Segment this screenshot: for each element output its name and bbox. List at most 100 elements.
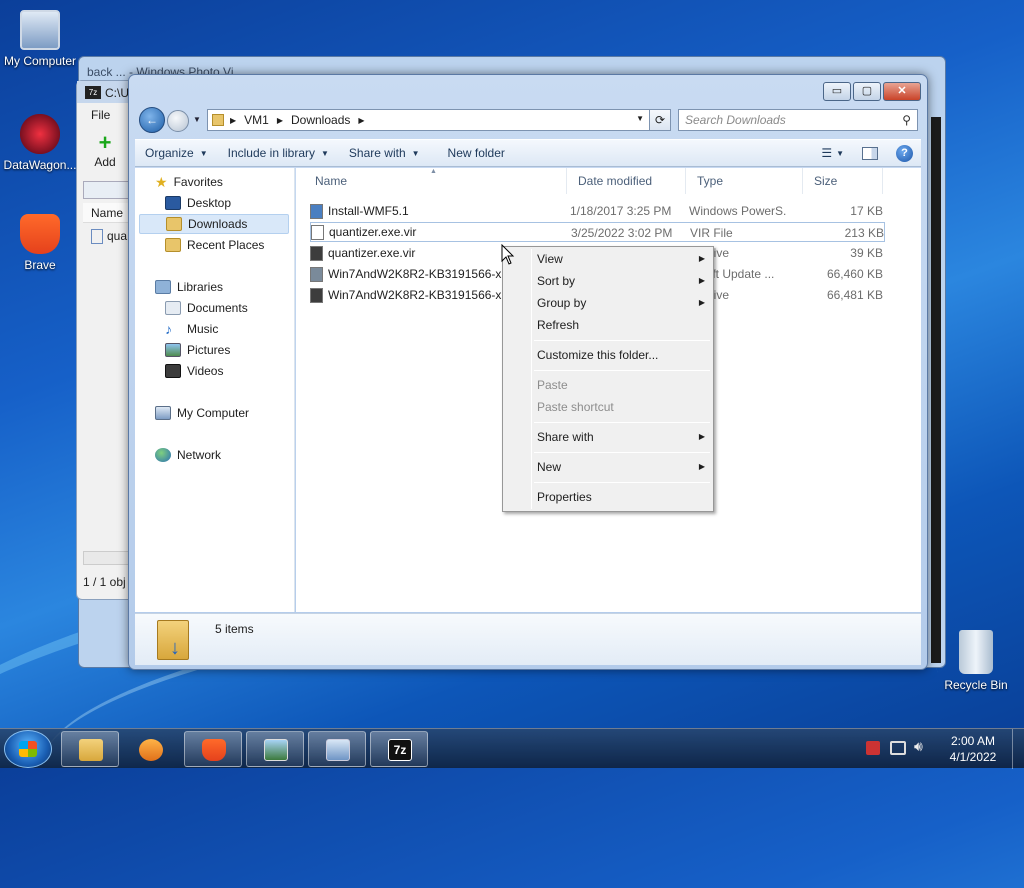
search-input[interactable]: Search Downloads ⚲ xyxy=(678,109,918,131)
menu-item-view[interactable]: View ▶ xyxy=(537,249,705,269)
nav-network[interactable]: Network xyxy=(155,445,221,465)
taskbar: 7z 🔊︎ 2:00 AM 4/1/2022 xyxy=(0,728,1024,769)
nav-music[interactable]: ♪ Music xyxy=(165,319,218,339)
taskbar-photo-viewer[interactable] xyxy=(246,731,304,767)
address-bar[interactable]: ▶ VM1 ▶ Downloads ▶ ▼ xyxy=(207,109,651,131)
music-note-icon: ♪ xyxy=(165,321,172,337)
maximize-button[interactable]: ▢ xyxy=(853,82,881,101)
menu-item-share-with[interactable]: Share with ▶ xyxy=(537,427,705,447)
documents-icon xyxy=(165,301,181,315)
help-button[interactable]: ? xyxy=(888,140,921,166)
column-header-type[interactable]: Type xyxy=(686,168,803,194)
file-size: 213 KB xyxy=(844,226,884,240)
taskbar-explorer[interactable] xyxy=(61,731,119,767)
file-date: 1/18/2017 3:25 PM xyxy=(570,204,672,218)
menu-separator xyxy=(534,452,710,453)
desktop-icon-my-computer[interactable]: My Computer xyxy=(0,10,80,68)
menu-item-sort-by[interactable]: Sort by ▶ xyxy=(537,271,705,291)
file-row[interactable]: quantizer.exe.vir 3/25/2022 3:02 PM VIR Fi… xyxy=(310,222,885,242)
brave-lion-icon xyxy=(202,739,226,761)
taskbar-control-panel[interactable] xyxy=(308,731,366,767)
breadcrumb-separator-icon: ▶ xyxy=(358,115,365,125)
menu-item-group-by[interactable]: Group by ▶ xyxy=(537,293,705,313)
file-row[interactable]: Install-WMF5.1 1/18/2017 3:25 PM Windows P… xyxy=(310,201,885,221)
nav-favorites[interactable]: ★ Favorites xyxy=(155,172,223,192)
recent-pages-dropdown[interactable]: ▼ xyxy=(193,115,201,124)
view-options-dropdown[interactable]: ▼ xyxy=(836,140,852,166)
menu-item-refresh[interactable]: Refresh xyxy=(537,315,705,335)
close-button[interactable]: ✕ xyxy=(883,82,921,101)
file-name-cell: quantizer.exe.vir xyxy=(311,223,569,241)
computer-icon xyxy=(155,406,171,420)
column-header-name[interactable]: Name xyxy=(304,168,567,194)
nav-label: My Computer xyxy=(177,406,250,420)
file-icon xyxy=(310,266,323,282)
nav-documents[interactable]: Documents xyxy=(165,298,248,318)
sevenzip-add-button[interactable]: + Add xyxy=(85,131,125,170)
action-center-flag-icon[interactable] xyxy=(866,741,880,755)
network-status-icon[interactable] xyxy=(890,741,906,755)
desktop-icon-recycle-bin[interactable]: Recycle Bin xyxy=(936,630,1016,692)
breadcrumb-downloads[interactable]: Downloads xyxy=(291,113,350,127)
back-button[interactable]: ← xyxy=(139,107,165,133)
organize-button[interactable]: Organize ▼ xyxy=(135,140,218,166)
photo-viewer-dark-edge xyxy=(931,117,941,663)
down-arrow-icon: ↓ xyxy=(170,637,180,659)
nav-videos[interactable]: Videos xyxy=(165,361,223,381)
desktop-icon-label: Recycle Bin xyxy=(944,678,1008,692)
nav-desktop[interactable]: Desktop xyxy=(165,193,231,213)
breadcrumb-vm1[interactable]: VM1 xyxy=(244,113,269,127)
desktop-icon xyxy=(165,196,181,210)
menu-item-paste: Paste xyxy=(537,375,705,395)
desktop-icon-brave[interactable]: Brave xyxy=(0,214,80,272)
nav-libraries[interactable]: Libraries xyxy=(155,277,223,297)
organize-label: Organize xyxy=(145,146,194,160)
change-view-button[interactable]: ☰ xyxy=(817,140,836,166)
column-header-size[interactable]: Size xyxy=(803,168,883,194)
nav-downloads[interactable]: Downloads xyxy=(139,214,289,234)
details-pane: ↓ 5 items xyxy=(135,613,921,665)
menu-item-properties[interactable]: Properties xyxy=(537,487,705,507)
menu-item-new[interactable]: New ▶ xyxy=(537,457,705,477)
sevenzip-row[interactable]: qua xyxy=(91,229,127,244)
taskbar-brave[interactable] xyxy=(184,731,242,767)
menu-item-customize-folder[interactable]: Customize this folder... xyxy=(537,345,705,365)
network-globe-icon xyxy=(155,448,171,462)
taskbar-media-player[interactable] xyxy=(121,731,179,767)
share-with-button[interactable]: Share with ▼ xyxy=(339,140,430,166)
file-name: quantizer.exe.vir xyxy=(329,225,417,239)
menu-gutter xyxy=(531,249,532,509)
file-name: quantizer.exe.vir xyxy=(328,246,416,260)
menu-separator xyxy=(534,422,710,423)
refresh-button[interactable]: ⟳ xyxy=(649,109,671,131)
nav-pictures[interactable]: Pictures xyxy=(165,340,230,360)
media-player-icon xyxy=(139,739,163,761)
clock-time: 2:00 AM xyxy=(950,734,996,748)
nav-my-computer[interactable]: My Computer xyxy=(155,403,249,423)
nav-label: Documents xyxy=(187,301,248,315)
taskbar-7zip[interactable]: 7z xyxy=(370,731,428,767)
show-desktop-button[interactable] xyxy=(1012,729,1024,769)
preview-pane-button[interactable] xyxy=(852,140,888,166)
desktop-icon-datawagon[interactable]: DataWagon... xyxy=(0,114,80,172)
address-dropdown-icon[interactable]: ▼ xyxy=(636,114,644,123)
clock[interactable]: 2:00 AM 4/1/2022 xyxy=(940,733,1006,765)
start-button[interactable] xyxy=(4,730,52,768)
sevenzip-file-menu[interactable]: File xyxy=(91,108,110,122)
windows-logo-icon xyxy=(19,741,37,757)
column-header-date-modified[interactable]: Date modified xyxy=(567,168,686,194)
menu-item-label: New xyxy=(537,460,562,474)
item-count: 5 items xyxy=(215,622,254,636)
volume-icon[interactable]: 🔊︎ xyxy=(914,738,923,755)
sevenzip-icon: 7z xyxy=(388,739,412,761)
forward-button[interactable] xyxy=(167,110,189,132)
minimize-button[interactable]: ▭ xyxy=(823,82,851,101)
nav-label: Music xyxy=(187,322,219,336)
downloads-folder-icon xyxy=(166,217,182,231)
nav-recent-places[interactable]: Recent Places xyxy=(165,235,264,255)
chevron-down-icon: ▼ xyxy=(199,148,208,158)
include-in-library-button[interactable]: Include in library ▼ xyxy=(218,140,339,166)
new-folder-button[interactable]: New folder xyxy=(430,140,515,166)
search-icon[interactable]: ⚲ xyxy=(902,113,911,127)
recent-places-icon xyxy=(165,238,181,252)
